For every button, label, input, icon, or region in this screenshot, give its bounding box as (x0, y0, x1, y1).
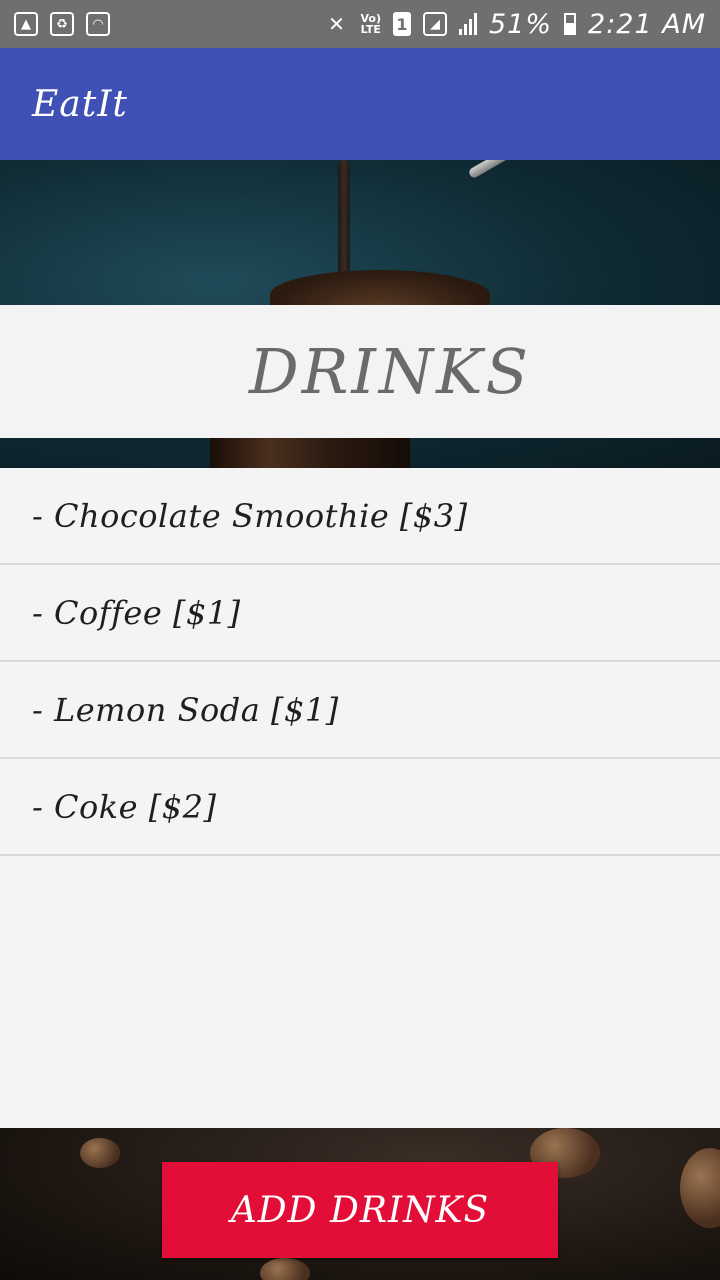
category-title: DRINKS (249, 335, 531, 408)
list-item[interactable]: - Lemon Soda [$1] (0, 662, 720, 759)
list-item[interactable]: - Chocolate Smoothie [$3] (0, 468, 720, 565)
clock: 2:21 AM (588, 8, 706, 40)
menu-list: - Chocolate Smoothie [$3] - Coffee [$1] … (0, 468, 720, 856)
straw-shape (467, 160, 698, 180)
category-header: DRINKS (0, 305, 720, 438)
gallery-icon: ▲ (14, 12, 38, 36)
recycle-icon: ♻ (50, 12, 74, 36)
add-drinks-label: ADD DRINKS (230, 1189, 490, 1231)
sim-slot-badge: 1 (393, 12, 411, 36)
nut-shape (80, 1138, 120, 1168)
mute-icon: ✕ (328, 12, 345, 36)
list-item-label: - Chocolate Smoothie [$3] (32, 496, 468, 535)
spoon-shape (338, 160, 350, 280)
battery-percent: 51% (489, 8, 553, 40)
list-item[interactable]: - Coffee [$1] (0, 565, 720, 662)
lte-label: LTE (360, 23, 381, 36)
status-right: ✕ Vo) LTE 1 ◢ 51% 2:21 AM (325, 9, 707, 40)
signal-bars-icon (459, 13, 477, 35)
list-item[interactable]: - Coke [$2] (0, 759, 720, 856)
menu-list-panel: - Chocolate Smoothie [$3] - Coffee [$1] … (0, 468, 720, 1128)
list-item-label: - Coke [$2] (32, 787, 217, 826)
volte-indicator: Vo) LTE (361, 13, 382, 35)
status-left: ▲ ♻ ◠ (14, 12, 110, 36)
add-drinks-button[interactable]: ADD DRINKS (162, 1162, 558, 1258)
signal-box-icon: ◢ (423, 12, 447, 36)
app-title: EatIt (32, 83, 128, 125)
nut-shape (260, 1258, 310, 1280)
battery-icon (564, 13, 577, 35)
app-bar: EatIt (0, 48, 720, 160)
status-bar: ▲ ♻ ◠ ✕ Vo) LTE 1 ◢ 51% 2:21 AM (0, 0, 720, 48)
wifi-icon: ◠ (86, 12, 110, 36)
list-item-label: - Lemon Soda [$1] (32, 690, 339, 729)
nut-shape (680, 1148, 720, 1228)
list-item-label: - Coffee [$1] (32, 593, 241, 632)
glass-shape (210, 438, 410, 468)
